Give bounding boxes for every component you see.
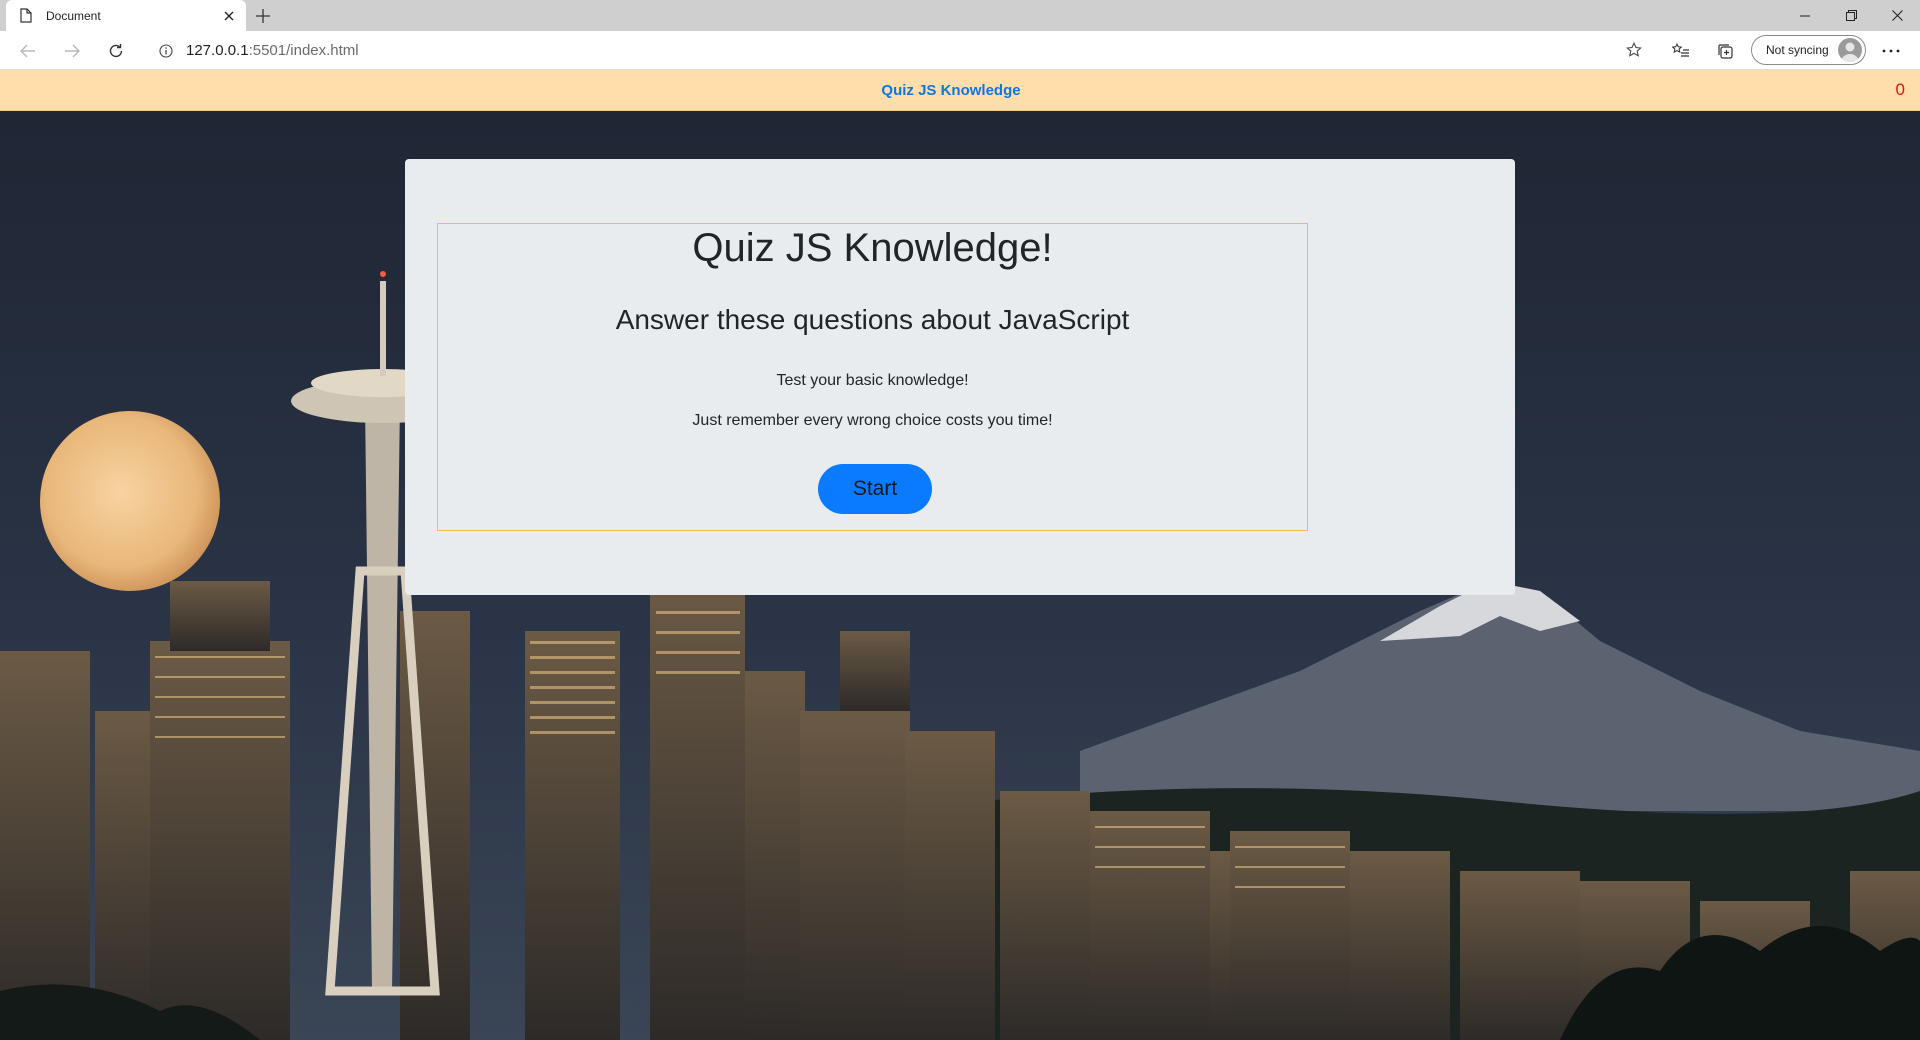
url-path: :5501/index.html [248, 42, 359, 59]
collections-icon[interactable] [1710, 36, 1740, 66]
window-close-icon[interactable] [1874, 0, 1920, 31]
intro-panel: Quiz JS Knowledge! Answer these question… [437, 223, 1308, 531]
close-tab-icon[interactable] [220, 7, 238, 25]
forward-icon[interactable] [57, 36, 87, 66]
quiz-subtitle: Answer these questions about JavaScript [615, 304, 1130, 335]
sync-status-label: Not syncing [1766, 43, 1829, 57]
site-info-icon[interactable] [158, 43, 174, 59]
page-icon [18, 8, 34, 24]
more-menu-icon[interactable] [1876, 36, 1906, 66]
address-bar[interactable]: 127.0.0.1:5501/index.html [144, 35, 1652, 66]
minimize-icon[interactable] [1782, 0, 1828, 31]
intro-text-2: Just remember every wrong choice costs y… [692, 412, 1053, 429]
web-page: Quiz JS Knowledge 0 Quiz JS Knowledge! A… [0, 70, 1920, 1040]
profile-sync-button[interactable]: Not syncing [1751, 35, 1866, 65]
restore-icon[interactable] [1828, 0, 1874, 31]
timer-display: 0 [1895, 80, 1905, 99]
back-icon[interactable] [13, 36, 43, 66]
favorites-list-icon[interactable] [1666, 36, 1696, 66]
quiz-card: Quiz JS Knowledge! Answer these question… [405, 159, 1515, 595]
tab-title: Document [46, 8, 101, 23]
start-button[interactable]: Start [818, 464, 932, 514]
browser-tab[interactable]: Document [6, 0, 246, 31]
reload-icon[interactable] [101, 36, 131, 66]
browser-tabstrip: Document [0, 0, 1920, 31]
quiz-title: Quiz JS Knowledge! [692, 226, 1053, 270]
quiz-header: Quiz JS Knowledge 0 [0, 70, 1920, 111]
browser-toolbar: 127.0.0.1:5501/index.html Not syncing [0, 31, 1920, 70]
new-tab-button[interactable] [252, 5, 274, 27]
header-title: Quiz JS Knowledge [881, 82, 1021, 99]
favorite-star-icon[interactable] [1620, 36, 1648, 64]
intro-text-1: Test your basic knowledge! [776, 372, 969, 389]
avatar [1838, 38, 1862, 62]
url-text: 127.0.0.1:5501/index.html [186, 42, 359, 59]
url-host: 127.0.0.1 [186, 42, 249, 59]
